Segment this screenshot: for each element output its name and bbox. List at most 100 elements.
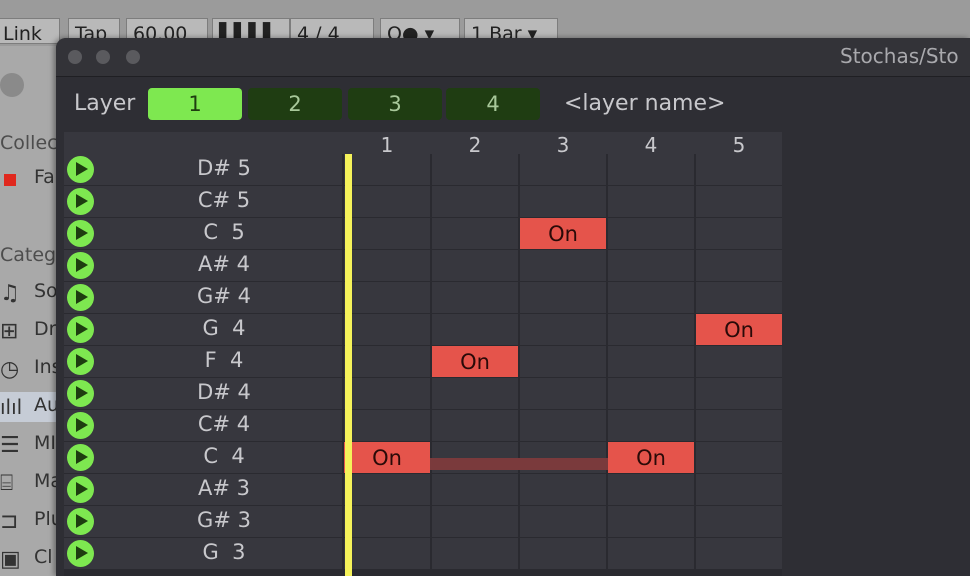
- step-cell[interactable]: [696, 506, 782, 537]
- step-cell[interactable]: [520, 506, 606, 537]
- play-note-button[interactable]: [67, 284, 94, 311]
- step-cell[interactable]: [344, 218, 430, 249]
- category-instruments[interactable]: ◷ Ins: [0, 354, 60, 384]
- step-cell[interactable]: [344, 186, 430, 217]
- step-cell[interactable]: [432, 186, 518, 217]
- step-cell[interactable]: [696, 538, 782, 569]
- step-cell[interactable]: [696, 282, 782, 313]
- step-cell[interactable]: [696, 154, 782, 185]
- step-cell[interactable]: [520, 250, 606, 281]
- step-cell[interactable]: [608, 378, 694, 409]
- step-cell[interactable]: [432, 218, 518, 249]
- category-audio-effects[interactable]: ılıl Au: [0, 392, 60, 422]
- step-cell[interactable]: [520, 538, 606, 569]
- layer-tab-2[interactable]: 2: [248, 88, 342, 120]
- play-note-button[interactable]: [67, 156, 94, 183]
- step-cell-on[interactable]: On: [520, 218, 606, 249]
- step-cell[interactable]: [696, 250, 782, 281]
- step-cell[interactable]: [344, 282, 430, 313]
- note-row: F 4 On: [64, 346, 782, 378]
- step-cell[interactable]: [432, 506, 518, 537]
- play-note-button[interactable]: [67, 476, 94, 503]
- play-note-button[interactable]: [67, 348, 94, 375]
- category-midi-effects[interactable]: ☰ MI: [0, 430, 60, 460]
- step-cell-on[interactable]: On: [344, 442, 430, 473]
- step-cell[interactable]: [432, 250, 518, 281]
- step-cell[interactable]: [696, 474, 782, 505]
- step-cell[interactable]: [344, 410, 430, 441]
- step-cell[interactable]: [608, 218, 694, 249]
- category-sounds[interactable]: ♫ So: [0, 278, 60, 308]
- layer-tab-3[interactable]: 3: [348, 88, 442, 120]
- step-cell[interactable]: [608, 506, 694, 537]
- step-cell[interactable]: [696, 410, 782, 441]
- layer-tab-1[interactable]: 1: [148, 88, 242, 120]
- step-cell-on[interactable]: On: [696, 314, 782, 345]
- step-cell[interactable]: [344, 250, 430, 281]
- step-cell-on[interactable]: On: [608, 442, 694, 473]
- step-cell[interactable]: [608, 474, 694, 505]
- step-cell[interactable]: [696, 186, 782, 217]
- zoom-window-button[interactable]: [126, 50, 140, 64]
- play-note-button[interactable]: [67, 444, 94, 471]
- clip-icon: ▣: [0, 547, 21, 572]
- category-plugins[interactable]: ⊐ Plu: [0, 506, 60, 536]
- play-note-button[interactable]: [67, 316, 94, 343]
- step-cell[interactable]: [520, 346, 606, 377]
- red-color-tag-icon: [4, 174, 16, 186]
- step-cell[interactable]: [344, 154, 430, 185]
- minimize-window-button[interactable]: [96, 50, 110, 64]
- step-cell[interactable]: [608, 314, 694, 345]
- clock-icon: ◷: [0, 357, 20, 382]
- step-cell[interactable]: [608, 250, 694, 281]
- step-cell[interactable]: [344, 346, 430, 377]
- step-cell[interactable]: [520, 474, 606, 505]
- step-cell[interactable]: [432, 154, 518, 185]
- layer-tab-4[interactable]: 4: [446, 88, 540, 120]
- layer-name-field[interactable]: <layer name>: [564, 91, 725, 116]
- step-cell-on[interactable]: On: [432, 346, 518, 377]
- category-max-for-live[interactable]: ⌸ Ma: [0, 468, 60, 498]
- step-cell[interactable]: [696, 346, 782, 377]
- step-cell[interactable]: [432, 474, 518, 505]
- step-cell[interactable]: [520, 378, 606, 409]
- step-cell[interactable]: [520, 154, 606, 185]
- step-cell[interactable]: [520, 314, 606, 345]
- close-window-button[interactable]: [68, 50, 82, 64]
- step-cell[interactable]: [608, 154, 694, 185]
- step-cell[interactable]: [696, 218, 782, 249]
- category-clips[interactable]: ▣ Cl: [0, 544, 60, 574]
- step-cell[interactable]: [432, 314, 518, 345]
- step-cell[interactable]: [344, 314, 430, 345]
- play-note-button[interactable]: [67, 252, 94, 279]
- link-button[interactable]: Link: [0, 18, 60, 44]
- play-note-button[interactable]: [67, 188, 94, 215]
- host-play-button[interactable]: [0, 70, 60, 100]
- play-note-button[interactable]: [67, 220, 94, 247]
- category-drums[interactable]: ⊞ Dr: [0, 316, 60, 346]
- play-note-button[interactable]: [67, 412, 94, 439]
- step-cell[interactable]: [520, 410, 606, 441]
- collection-item-favorites[interactable]: Fa: [0, 164, 60, 194]
- step-cell[interactable]: [344, 378, 430, 409]
- step-cell[interactable]: [344, 538, 430, 569]
- step-cell[interactable]: [344, 506, 430, 537]
- step-cell[interactable]: [432, 378, 518, 409]
- step-cell[interactable]: [432, 538, 518, 569]
- play-note-button[interactable]: [67, 380, 94, 407]
- step-cell[interactable]: [608, 538, 694, 569]
- step-cell[interactable]: [608, 282, 694, 313]
- step-cell[interactable]: [432, 282, 518, 313]
- play-note-button[interactable]: [67, 508, 94, 535]
- step-cell[interactable]: [696, 378, 782, 409]
- step-cell[interactable]: [608, 346, 694, 377]
- step-cell[interactable]: [344, 474, 430, 505]
- step-cell[interactable]: [432, 410, 518, 441]
- step-cell[interactable]: [608, 410, 694, 441]
- step-cell[interactable]: [696, 442, 782, 473]
- play-note-button[interactable]: [67, 540, 94, 567]
- step-cell[interactable]: [520, 186, 606, 217]
- step-cell[interactable]: [520, 282, 606, 313]
- step-cell[interactable]: [608, 186, 694, 217]
- window-title: Stochas/Sto: [840, 44, 959, 68]
